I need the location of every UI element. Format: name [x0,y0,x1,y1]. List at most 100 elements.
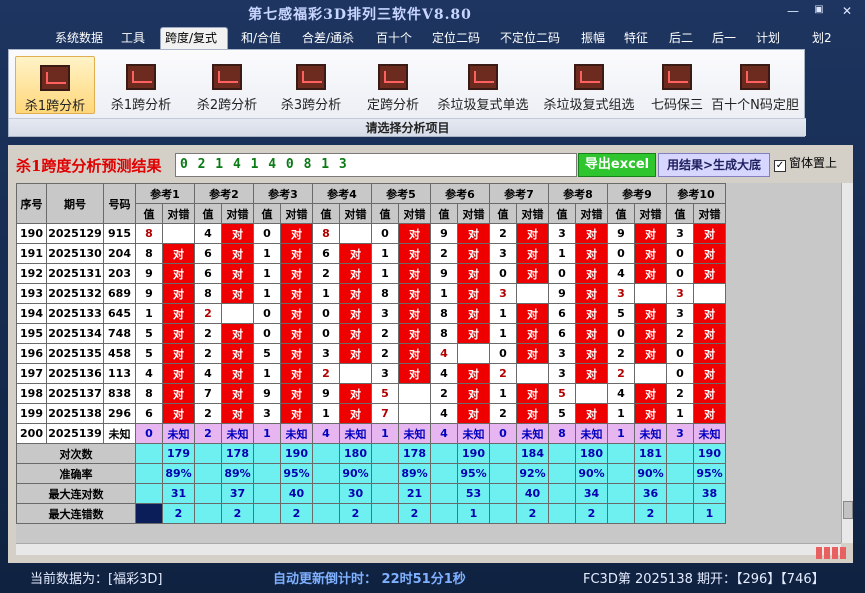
cell-value: 4 [430,343,458,364]
close-button[interactable]: ✕ [838,4,856,18]
resize-grip[interactable] [816,547,850,559]
cell-value: 9 [607,223,635,244]
cell-value: 9 [135,283,163,304]
cell-value: 3 [548,343,576,364]
cell-period: 2025137 [46,383,104,404]
cell-code: 689 [103,283,136,304]
ribbon-item-1[interactable]: 杀1跨分析 [101,56,181,114]
stats-cell [312,463,340,484]
menu-item-10[interactable]: 后二 [669,29,693,46]
ribbon-item-3[interactable]: 杀3跨分析 [271,56,351,114]
table-row[interactable]: 191 2025130 204 8 对 6 对 1 对 6 对 1 对 2 对 3 对 1 对 0 对 0 对 [16,243,726,264]
cell-value: 2 [194,403,222,424]
cell-seq: 191 [16,243,47,264]
menu-item-8[interactable]: 振幅 [581,29,605,46]
cell-hit: 对 [398,303,431,324]
stats-cell [371,443,399,464]
scroll-thumb[interactable] [843,501,853,519]
menu-item-7[interactable]: 不定位二码 [500,29,560,46]
menu-item-4[interactable]: 合差/通杀 [302,29,354,46]
table-row[interactable]: 195 2025134 748 5 对 2 对 0 对 0 对 2 对 8 对 1 对 6 对 0 对 2 对 [16,323,726,344]
vertical-scrollbar[interactable] [841,183,853,543]
cell-value: 4 [607,263,635,284]
table-row[interactable]: 198 2025137 838 8 对 7 对 9 对 9 对 5 2 对 1 对 5 4 对 2 对 [16,383,726,404]
cell-value: 0 [548,263,576,284]
cell-value: 1 [253,423,281,444]
cell-value: 9 [430,223,458,244]
ribbon-item-8[interactable]: 百十个N码定胆 [709,56,801,114]
stay-on-top-checkbox[interactable]: ✓ 窗体置上 [774,154,837,172]
cell-value: 2 [430,383,458,404]
cell-value: 0 [666,363,694,384]
table-row[interactable]: 194 2025133 645 1 对 2 0 对 0 对 3 对 8 对 1 对 6 对 5 对 3 对 [16,303,726,324]
restore-button[interactable]: ▣ [810,4,828,15]
menu-item-12[interactable]: 计划 [756,29,780,46]
cell-hit: 对 [280,303,313,324]
cell-code: 113 [103,363,136,384]
cell-value: 4 [135,363,163,384]
cell-value: 3 [666,303,694,324]
cell-value: 1 [430,283,458,304]
menu-bar: 系统数据 工具 跨度/复式 和/合值 合差/通杀 百十个 定位二码 不定位二码 振幅 特征 后二 后一… [0,26,865,48]
cell-hit: 对 [221,263,254,284]
cell-period: 2025134 [46,323,104,344]
menu-item-3[interactable]: 和/合值 [241,29,281,46]
table-row-pending[interactable]: 200 2025139 未知 0 未知 2 未知 1 未知 4 未知 1 未知 4 未知 0 未知 8 未知 1 未知 3… [16,423,726,444]
cell-hit: 对 [398,283,431,304]
result-field[interactable]: 0 2 1 4 1 4 0 8 1 3 [175,153,577,177]
col-header-code: 号码 [103,183,136,224]
cell-value: 5 [548,383,576,404]
ribbon-item-4[interactable]: 定跨分析 [353,56,433,114]
ribbon-item-2[interactable]: 杀2跨分析 [187,56,267,114]
result-title: 杀1跨度分析预测结果 [16,157,162,175]
cell-hit: 对 [634,303,667,324]
menu-item-13[interactable]: 划2 [812,29,832,46]
menu-item-9[interactable]: 特征 [624,29,648,46]
ribbon-item-7[interactable]: 七码保三 [643,56,711,114]
table-row[interactable]: 196 2025135 458 5 对 2 对 5 对 3 对 2 对 4 0 对 3 对 2 对 0 对 [16,343,726,364]
cell-unknown: 未知 [516,423,549,444]
ribbon-item-0[interactable]: 杀1跨分析 [15,56,95,114]
cell-miss [398,403,431,424]
horizontal-scrollbar[interactable] [16,543,841,555]
table-row[interactable]: 197 2025136 113 4 对 4 对 1 对 2 3 对 4 对 2 3 对 2 0 对 [16,363,726,384]
cell-value: 0 [253,323,281,344]
stats-value: 34 [575,483,608,504]
ribbon-item-6[interactable]: 杀垃圾复式组选 [537,56,641,114]
ribbon-item-5[interactable]: 杀垃圾复式单选 [431,56,535,114]
cell-period: 2025130 [46,243,104,264]
table-row[interactable]: 190 2025129 915 8 4 对 0 对 8 0 对 9 对 2 对 3 对 9 对 3 对 [16,223,726,244]
cell-value: 5 [371,383,399,404]
cell-value: 4 [430,403,458,424]
status-data-source: 当前数据为：[福彩3D] [30,572,163,587]
menu-item-2[interactable]: 跨度/复式 [165,29,217,46]
generate-base-button[interactable]: 用结果>生成大底 [658,153,770,177]
col-header-value: 值 [371,203,399,224]
table-row[interactable]: 199 2025138 296 6 对 2 对 3 对 1 对 7 4 对 2 对 5 对 1 对 1 对 [16,403,726,424]
col-header-value: 值 [312,203,340,224]
stats-cell [194,503,222,524]
menu-item-5[interactable]: 百十个 [376,29,412,46]
menu-item-0[interactable]: 系统数据 [55,29,103,46]
cell-hit: 对 [693,343,726,364]
stats-value: 95% [280,463,313,484]
menu-item-11[interactable]: 后一 [712,29,736,46]
chart-icon [296,64,326,90]
export-excel-button[interactable]: 导出excel [578,153,656,177]
cell-value: 9 [135,263,163,284]
menu-item-6[interactable]: 定位二码 [432,29,480,46]
stats-cell [666,463,694,484]
table-row[interactable]: 192 2025131 203 9 对 6 对 1 对 2 对 1 对 9 对 0 对 0 对 4 对 0 对 [16,263,726,284]
stats-value: 2 [221,503,254,524]
cell-hit: 对 [457,283,490,304]
menu-item-1[interactable]: 工具 [121,29,145,46]
stats-value: 95% [693,463,726,484]
stats-cell [607,463,635,484]
col-header-seq: 序号 [16,183,47,224]
cell-hit: 对 [575,263,608,284]
col-header-result: 对错 [221,203,254,224]
cell-value: 2 [489,223,517,244]
minimize-button[interactable]: — [784,4,802,18]
col-header-ref: 参考3 [253,183,313,204]
table-row[interactable]: 193 2025132 689 9 对 8 对 1 对 1 对 8 对 1 对 3 9 对 3 3 [16,283,726,304]
